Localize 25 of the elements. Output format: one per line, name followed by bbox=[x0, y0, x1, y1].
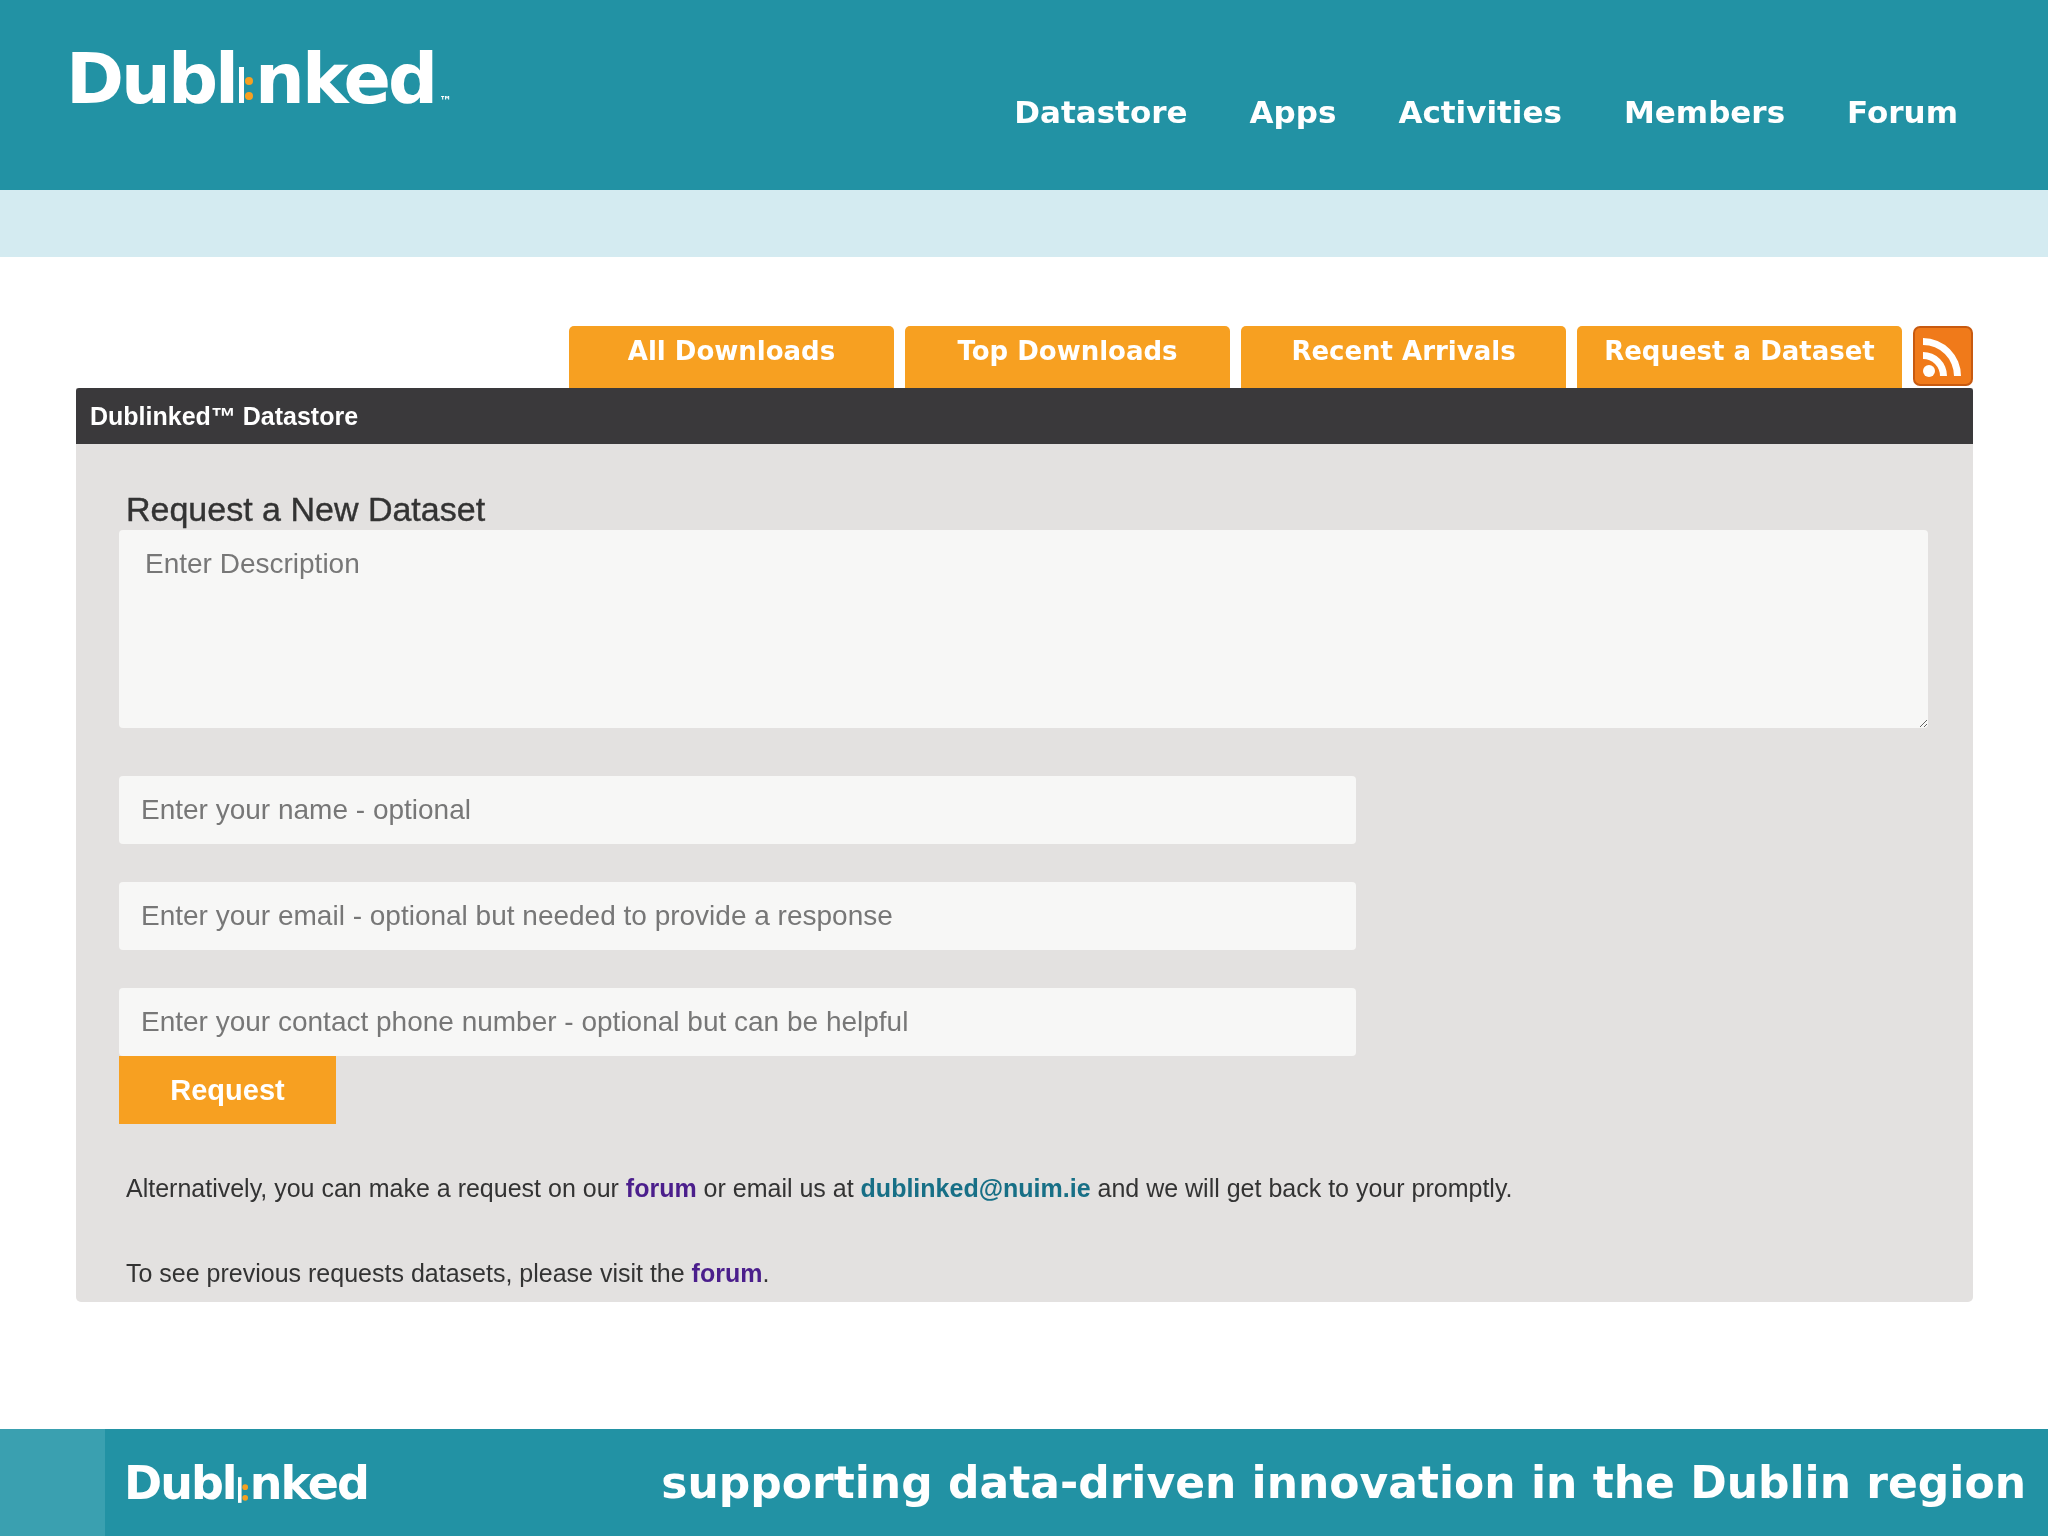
tagline: supporting data-driven innovation in the Dublin region bbox=[661, 1457, 2026, 1508]
input-field[interactable]: Enter your name - optional bbox=[119, 776, 1356, 844]
description-field[interactable]: Enter Description bbox=[119, 530, 1928, 728]
nav-link[interactable]: Apps bbox=[1249, 94, 1337, 130]
tab[interactable]: Request a Dataset bbox=[1577, 326, 1902, 388]
nav-link[interactable]: Members bbox=[1623, 94, 1786, 130]
email-link[interactable]: dublinked@nuim.ie bbox=[860, 1174, 1091, 1202]
forum-link[interactable]: forum bbox=[691, 1259, 763, 1287]
nav-link[interactable]: Datastore bbox=[1014, 94, 1188, 130]
panel-title: Dublinked™ Datastore bbox=[76, 388, 1973, 444]
note-text: Alternatively, you can make a request on our forum or email us at dublinked@nuim.ie and we will get back to your promptly. bbox=[126, 1174, 1514, 1203]
note-text: To see previous requests datasets, please visit the forum. bbox=[126, 1259, 771, 1288]
form-heading: Request a New Dataset bbox=[126, 489, 487, 530]
tab[interactable]: Top Downloads bbox=[905, 326, 1230, 388]
site-logo[interactable]: Dubl nked™ bbox=[66, 44, 452, 114]
forum-link[interactable]: forum bbox=[625, 1174, 697, 1202]
rss-icon[interactable] bbox=[1913, 326, 1973, 386]
request-button[interactable]: Request bbox=[119, 1056, 336, 1124]
tab[interactable]: All Downloads bbox=[569, 326, 894, 388]
tab[interactable]: Recent Arrivals bbox=[1241, 326, 1566, 388]
input-field[interactable]: Enter your contact phone number - optional but can be helpful bbox=[119, 988, 1356, 1056]
nav-link[interactable]: Forum bbox=[1847, 94, 1958, 130]
input-field[interactable]: Enter your email - optional but needed to provide a response bbox=[119, 882, 1356, 950]
nav-link[interactable]: Activities bbox=[1398, 94, 1562, 130]
footer-logo: Dubl nked bbox=[124, 1455, 368, 1510]
